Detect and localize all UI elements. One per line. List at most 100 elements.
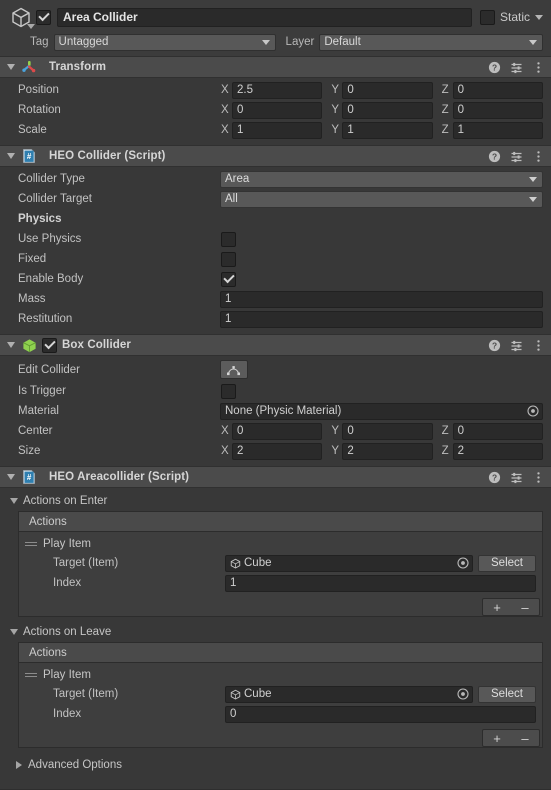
svg-text:#: #: [27, 473, 32, 482]
preset-icon[interactable]: [510, 150, 523, 163]
actions-on-leave-foldout[interactable]: Actions on Leave: [8, 622, 543, 641]
layer-dropdown[interactable]: Default: [319, 33, 543, 51]
box-collider-title: Box Collider: [62, 339, 131, 351]
center-x-input[interactable]: 0: [232, 422, 323, 440]
preset-icon[interactable]: [510, 61, 523, 74]
tag-dropdown[interactable]: Untagged: [53, 33, 276, 51]
gameobject-icon-dropdown-caret[interactable]: [27, 24, 35, 29]
position-x-input[interactable]: 2.5: [232, 81, 323, 99]
scale-x-input[interactable]: 1: [232, 121, 323, 139]
add-action-button[interactable]: +: [483, 599, 511, 615]
component-header-heo-areacollider[interactable]: # HEO Areacollider (Script) ?: [0, 466, 551, 488]
size-z-input[interactable]: 2: [452, 442, 543, 460]
csharp-script-icon: #: [19, 469, 39, 485]
material-value: None (Physic Material): [225, 404, 342, 417]
drag-handle-icon[interactable]: [25, 541, 37, 546]
rotation-label: Rotation: [18, 104, 61, 116]
remove-action-button[interactable]: –: [511, 730, 539, 746]
row-collider-target: Collider Target All: [8, 189, 543, 209]
help-icon[interactable]: ?: [488, 339, 501, 352]
object-picker-icon[interactable]: [527, 405, 539, 417]
transform-axis-icon: [19, 59, 39, 75]
collider-type-value: Area: [225, 172, 250, 185]
mass-input[interactable]: 1: [220, 290, 543, 308]
heo-areacollider-foldout-toggle[interactable]: [4, 474, 17, 480]
restitution-input[interactable]: 1: [220, 310, 543, 328]
size-x-input[interactable]: 2: [232, 442, 323, 460]
collider-target-dropdown[interactable]: All: [220, 190, 543, 208]
cube-gameobject-icon[interactable]: [6, 4, 36, 30]
center-label: Center: [18, 425, 53, 437]
is-trigger-checkbox[interactable]: [221, 383, 236, 399]
scale-y-input[interactable]: 1: [342, 121, 433, 139]
static-dropdown-caret[interactable]: [535, 14, 543, 20]
target-item-object-field[interactable]: Cube: [225, 685, 473, 703]
csharp-script-icon: #: [19, 148, 39, 164]
more-menu-icon[interactable]: [532, 61, 545, 74]
rotation-x-input[interactable]: 0: [232, 101, 323, 119]
center-z-input[interactable]: 0: [452, 422, 543, 440]
box-collider-enabled-checkbox[interactable]: [42, 337, 57, 353]
fixed-checkbox[interactable]: [221, 251, 236, 267]
help-icon[interactable]: ?: [488, 61, 501, 74]
collider-type-dropdown[interactable]: Area: [220, 170, 543, 188]
more-menu-icon[interactable]: [532, 471, 545, 484]
edit-collider-button[interactable]: [220, 360, 248, 379]
chevron-down-icon: [261, 40, 270, 45]
axis-z-label: Z: [441, 425, 449, 437]
rotation-vector3: X 0 Y 0 Z 0: [220, 101, 543, 119]
select-button[interactable]: Select: [478, 554, 536, 572]
preset-icon[interactable]: [510, 339, 523, 352]
chevron-down-icon: [529, 177, 537, 182]
transform-foldout-toggle[interactable]: [4, 64, 17, 70]
help-icon[interactable]: ?: [488, 150, 501, 163]
rotation-y-input[interactable]: 0: [342, 101, 433, 119]
use-physics-checkbox[interactable]: [221, 231, 236, 247]
row-index: Index 0: [25, 704, 536, 724]
position-y-input[interactable]: 0: [342, 81, 433, 99]
triangle-right-icon: [16, 761, 22, 769]
scale-z-input[interactable]: 1: [452, 121, 543, 139]
center-y-input[interactable]: 0: [342, 422, 433, 440]
help-icon[interactable]: ?: [488, 471, 501, 484]
row-restitution: Restitution 1: [8, 309, 543, 329]
component-header-transform[interactable]: Transform ?: [0, 56, 551, 78]
transform-title: Transform: [49, 61, 107, 73]
axis-y-label: Y: [331, 445, 339, 457]
more-menu-icon[interactable]: [532, 150, 545, 163]
select-button[interactable]: Select: [478, 685, 536, 703]
more-menu-icon[interactable]: [532, 339, 545, 352]
size-y-input[interactable]: 2: [342, 442, 433, 460]
component-header-heo-collider[interactable]: # HEO Collider (Script) ?: [0, 145, 551, 167]
row-position: Position X 2.5 Y 0 Z 0: [8, 80, 543, 100]
heo-collider-foldout-toggle[interactable]: [4, 153, 17, 159]
row-scale: Scale X 1 Y 1 Z 1: [8, 120, 543, 140]
box-collider-foldout-toggle[interactable]: [4, 342, 17, 348]
enable-body-label: Enable Body: [18, 273, 84, 285]
enable-body-checkbox[interactable]: [221, 271, 236, 287]
preset-icon[interactable]: [510, 471, 523, 484]
drag-handle-icon[interactable]: [25, 672, 37, 677]
rotation-z-input[interactable]: 0: [452, 101, 543, 119]
target-item-object-field[interactable]: Cube: [225, 554, 473, 572]
component-header-box-collider[interactable]: Box Collider ?: [0, 334, 551, 356]
static-checkbox[interactable]: [479, 9, 495, 25]
remove-action-button[interactable]: –: [511, 599, 539, 615]
gameobject-name-input[interactable]: Area Collider: [57, 7, 472, 27]
gameobject-enabled-checkbox[interactable]: [36, 9, 51, 25]
index-input[interactable]: 1: [225, 574, 536, 592]
advanced-options-foldout[interactable]: Advanced Options: [8, 754, 543, 776]
axis-x-label: X: [221, 445, 229, 457]
material-object-field[interactable]: None (Physic Material): [220, 402, 543, 420]
object-picker-icon[interactable]: [457, 688, 469, 700]
actions-on-enter-foldout[interactable]: Actions on Enter: [8, 491, 543, 510]
index-input[interactable]: 0: [225, 705, 536, 723]
add-action-button[interactable]: +: [483, 730, 511, 746]
svg-text:?: ?: [492, 340, 497, 350]
svg-text:?: ?: [492, 472, 497, 482]
box-collider-header-icons: ?: [488, 339, 545, 352]
unity-inspector-panel: Area Collider Static Tag Untagged Layer …: [0, 0, 551, 790]
object-picker-icon[interactable]: [457, 557, 469, 569]
axis-x-label: X: [221, 84, 229, 96]
position-z-input[interactable]: 0: [452, 81, 543, 99]
